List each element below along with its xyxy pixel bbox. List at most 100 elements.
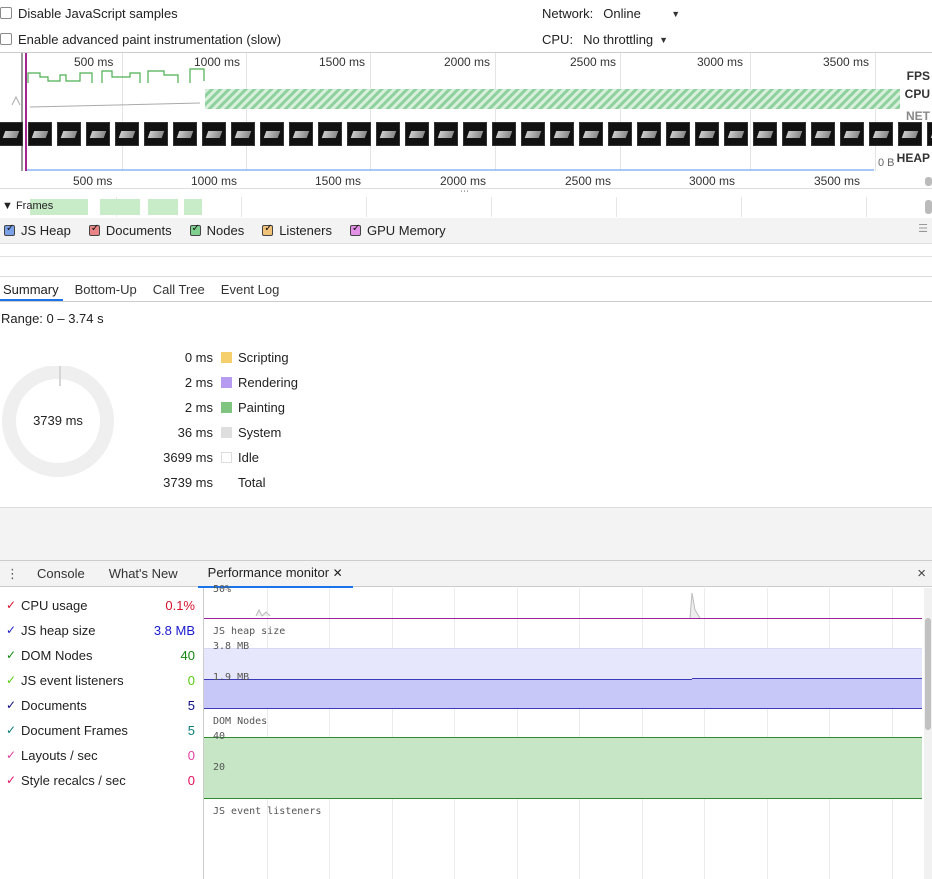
heap-axis-mid: 1.9 MB bbox=[213, 672, 250, 683]
counter-nodes[interactable]: Nodes bbox=[189, 223, 244, 238]
tab-bottom-up[interactable]: Bottom-Up bbox=[71, 277, 141, 301]
screenshot-thumbnail[interactable] bbox=[86, 122, 110, 146]
screenshot-thumbnail[interactable] bbox=[869, 122, 893, 146]
counter-gpu-memory[interactable]: GPU Memory bbox=[349, 223, 446, 238]
summary-row: 0 ms Scripting bbox=[140, 347, 340, 367]
screenshot-thumbnail[interactable] bbox=[144, 122, 168, 146]
screenshot-thumbnail[interactable] bbox=[405, 122, 429, 146]
screenshot-thumbnail[interactable] bbox=[289, 122, 313, 146]
screenshot-thumbnail[interactable] bbox=[318, 122, 342, 146]
screenshot-thumbnail[interactable] bbox=[260, 122, 284, 146]
checkbox-icon[interactable] bbox=[262, 223, 274, 236]
checkmark-icon[interactable]: ✓ bbox=[6, 648, 20, 662]
summary-row: 2 ms Painting bbox=[140, 397, 340, 417]
screenshot-thumbnail[interactable] bbox=[724, 122, 748, 146]
frames-scroll-thumb[interactable] bbox=[925, 200, 932, 214]
screenshot-thumbnail[interactable] bbox=[231, 122, 255, 146]
overview-scroll-thumb[interactable] bbox=[925, 177, 932, 186]
tab-summary[interactable]: Summary bbox=[0, 277, 63, 301]
cpu-throttle[interactable]: CPU: No throttling ▼ bbox=[542, 32, 668, 47]
screenshot-thumbnail[interactable] bbox=[579, 122, 603, 146]
counter-documents[interactable]: Documents bbox=[88, 223, 172, 238]
donut-total: 3739 ms bbox=[33, 413, 83, 428]
summary-value: 2 ms bbox=[184, 399, 213, 415]
network-label: Network: bbox=[542, 6, 594, 21]
range-text: Range: 0 – 3.74 s bbox=[1, 311, 104, 326]
ruler-tick: 1500 ms bbox=[315, 174, 362, 188]
network-select-value[interactable]: Online bbox=[603, 6, 665, 21]
screenshot-thumbnail[interactable] bbox=[463, 122, 487, 146]
screenshot-thumbnail[interactable] bbox=[521, 122, 545, 146]
graph-scrollbar[interactable] bbox=[924, 588, 932, 879]
screenshot-thumbnail[interactable] bbox=[434, 122, 458, 146]
frames-track[interactable]: ▼ Frames bbox=[0, 197, 932, 217]
screenshot-thumbnail[interactable] bbox=[173, 122, 197, 146]
close-drawer-icon[interactable]: × bbox=[917, 565, 926, 582]
checkmark-icon[interactable]: ✓ bbox=[6, 623, 20, 637]
checkbox-icon[interactable] bbox=[88, 223, 100, 236]
screenshot-thumbnail[interactable] bbox=[753, 122, 777, 146]
menu-icon[interactable]: ☰ bbox=[918, 222, 928, 235]
metric-name: CPU usage bbox=[21, 597, 88, 613]
heap-track-label: HEAP bbox=[896, 151, 930, 165]
checkbox-icon[interactable] bbox=[4, 223, 15, 236]
screenshot-thumbnail[interactable] bbox=[347, 122, 371, 146]
metric-row[interactable]: ✓ JS event listeners 0 bbox=[0, 670, 195, 690]
color-swatch bbox=[221, 351, 232, 363]
screenshot-thumbnail[interactable] bbox=[608, 122, 632, 146]
screenshot-thumbnail[interactable] bbox=[202, 122, 226, 146]
screenshot-thumbnail[interactable] bbox=[898, 122, 922, 146]
screenshot-thumbnail[interactable] bbox=[28, 122, 52, 146]
checkmark-icon[interactable]: ✓ bbox=[6, 748, 20, 762]
disable-js-samples-row[interactable]: Disable JavaScript samples bbox=[0, 0, 178, 26]
counter-listeners[interactable]: Listeners bbox=[262, 223, 332, 238]
screenshot-thumbnail[interactable] bbox=[115, 122, 139, 146]
screenshot-thumbnail[interactable] bbox=[376, 122, 400, 146]
metric-row[interactable]: ✓ Layouts / sec 0 bbox=[0, 745, 195, 765]
summary-label: System bbox=[238, 424, 282, 440]
checkmark-icon[interactable]: ✓ bbox=[6, 598, 20, 612]
cpu-select-value[interactable]: No throttling bbox=[583, 32, 653, 47]
disable-js-samples-checkbox[interactable] bbox=[0, 7, 12, 19]
advanced-paint-checkbox[interactable] bbox=[0, 33, 12, 45]
checkmark-icon[interactable]: ✓ bbox=[6, 673, 20, 687]
checkmark-icon[interactable]: ✓ bbox=[6, 773, 20, 787]
advanced-paint-row[interactable]: Enable advanced paint instrumentation (s… bbox=[0, 26, 281, 52]
screenshot-thumbnail[interactable] bbox=[0, 122, 23, 146]
screenshot-thumbnail[interactable] bbox=[550, 122, 574, 146]
metric-row[interactable]: ✓ Style recalcs / sec 0 bbox=[0, 770, 195, 790]
graph-scroll-thumb[interactable] bbox=[925, 618, 931, 730]
network-throttle[interactable]: Network: Online ▼ bbox=[542, 6, 680, 21]
tab-call-tree[interactable]: Call Tree bbox=[149, 277, 209, 301]
screenshot-thumbnail[interactable] bbox=[637, 122, 661, 146]
screenshot-thumbnail[interactable] bbox=[811, 122, 835, 146]
tab-whats-new[interactable]: What's New bbox=[107, 561, 180, 587]
tab-event-log[interactable]: Event Log bbox=[217, 277, 284, 301]
metric-value: 0 bbox=[187, 772, 195, 788]
resize-handle-icon[interactable]: ⋯ bbox=[460, 186, 469, 197]
frames-track-toggle[interactable]: ▼ Frames bbox=[2, 200, 53, 212]
checkmark-icon[interactable]: ✓ bbox=[6, 698, 20, 712]
screenshot-thumbnail[interactable] bbox=[666, 122, 690, 146]
screenshot-thumbnail[interactable] bbox=[695, 122, 719, 146]
screenshot-thumbnail[interactable] bbox=[492, 122, 516, 146]
tab-console[interactable]: Console bbox=[35, 561, 87, 587]
counter-js-heap[interactable]: JS Heap bbox=[4, 223, 71, 238]
checkbox-icon[interactable] bbox=[189, 223, 201, 236]
checkbox-icon[interactable] bbox=[349, 223, 361, 236]
checkmark-icon[interactable]: ✓ bbox=[6, 723, 20, 737]
more-tools-icon[interactable]: ⋮ bbox=[6, 566, 19, 582]
screenshot-thumbnail[interactable] bbox=[927, 122, 932, 146]
screenshot-thumbnail[interactable] bbox=[840, 122, 864, 146]
color-swatch bbox=[221, 401, 232, 413]
screenshot-thumbnail[interactable] bbox=[57, 122, 81, 146]
close-tab-icon[interactable]: ✕ bbox=[333, 566, 343, 580]
metric-row[interactable]: ✓ Document Frames 5 bbox=[0, 720, 195, 740]
metric-row[interactable]: ✓ JS heap size 3.8 MB bbox=[0, 620, 195, 640]
timeline-overview[interactable]: 500 ms 1000 ms 1500 ms 2000 ms 2500 ms 3… bbox=[0, 52, 932, 196]
metric-row[interactable]: ✓ Documents 5 bbox=[0, 695, 195, 715]
metric-row[interactable]: ✓ CPU usage 0.1% bbox=[0, 595, 195, 615]
performance-monitor-graph: 50% JS heap size 3.8 MB 1.9 MB DOM Nodes… bbox=[203, 584, 922, 879]
metric-row[interactable]: ✓ DOM Nodes 40 bbox=[0, 645, 195, 665]
screenshot-thumbnail[interactable] bbox=[782, 122, 806, 146]
